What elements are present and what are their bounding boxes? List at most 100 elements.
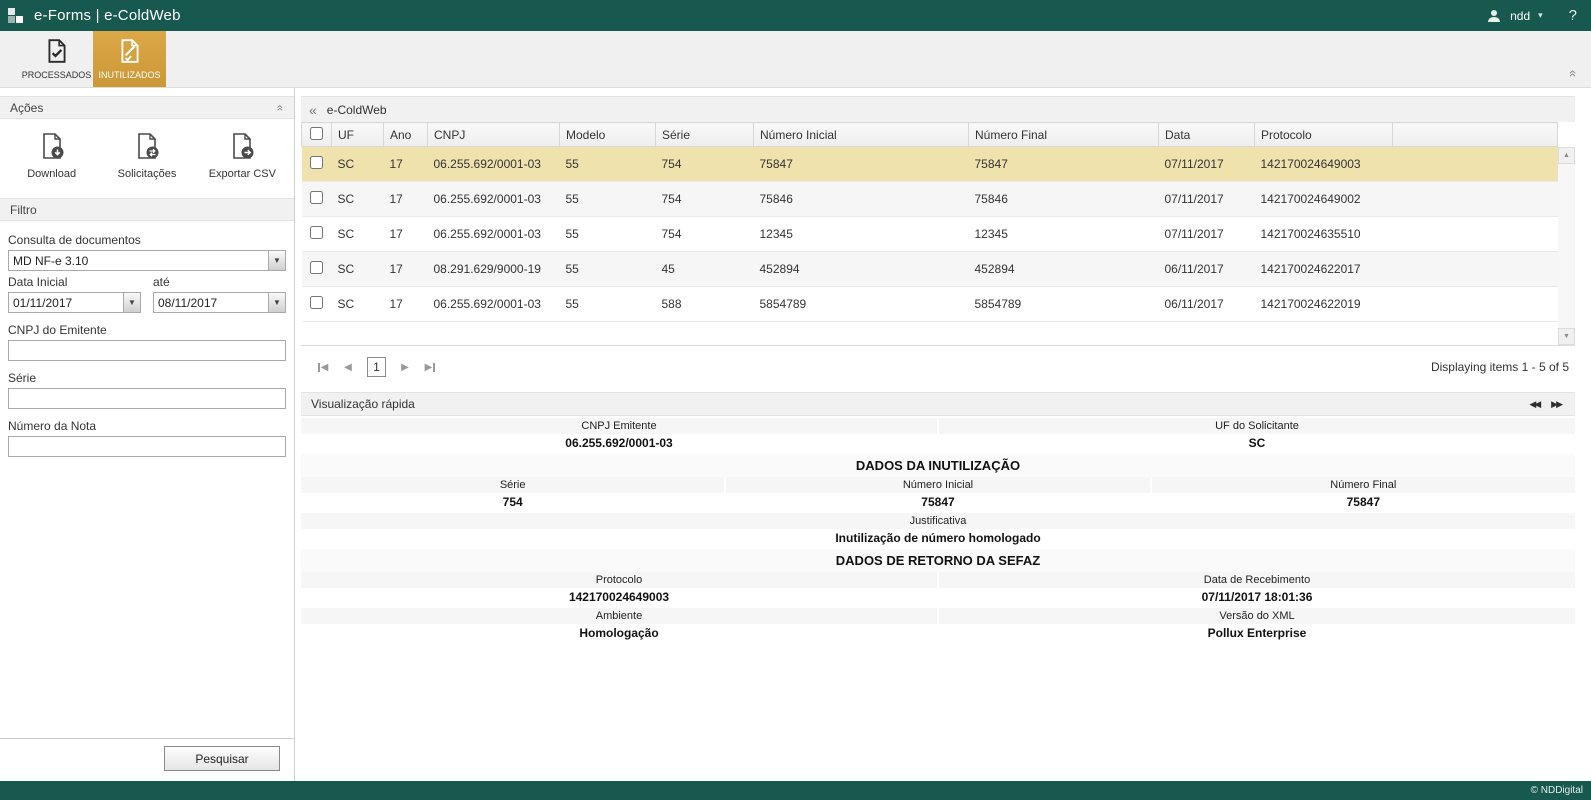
field-label: Número Final [1152,477,1575,493]
table-row[interactable]: SC 17 06.255.692/0001-03 55 754 12345 12… [302,217,1558,252]
data-final-input[interactable] [153,292,286,313]
qv-field-numero-final: Número Final 75847 [1150,477,1575,513]
cell-modelo: 55 [560,252,656,287]
row-checkbox[interactable] [310,156,323,169]
field-label: Data de Recebimento [939,572,1575,588]
field-value: 07/11/2017 18:01:36 [939,588,1575,608]
exportar-csv-button[interactable]: Exportar CSV [197,131,287,180]
last-page-button[interactable]: ▶ [420,357,440,377]
cell-numero-inicial: 452894 [754,252,969,287]
pesquisar-button[interactable]: Pesquisar [164,746,280,771]
consulta-documentos-select[interactable] [8,250,286,271]
toolbar: PROCESSADOS INUTILIZADOS « [0,31,1591,88]
actions-section-title: Ações [10,101,43,115]
panel-title: e-ColdWeb [327,103,387,117]
row-checkbox[interactable] [310,226,323,239]
sidebar: Ações « Download Solicitações Exportar [0,88,295,781]
table-row[interactable]: SC 17 06.255.692/0001-03 55 754 75846 75… [302,182,1558,217]
column-header[interactable]: Número Inicial [754,123,969,147]
help-button[interactable]: ? [1569,7,1577,24]
cell-data: 06/11/2017 [1159,287,1255,322]
collapse-panel-icon[interactable]: « [309,102,317,118]
column-header-filler [1393,123,1558,147]
row-checkbox[interactable] [310,261,323,274]
dropdown-arrow-icon[interactable]: ▼ [268,251,285,270]
field-label: Protocolo [301,572,937,588]
user-menu[interactable]: ndd [1510,9,1530,23]
tab-label: PROCESSADOS [22,70,92,80]
numero-nota-input[interactable] [8,436,286,457]
ndd-logo-icon [8,8,26,24]
export-csv-icon [227,131,257,164]
qv-field-numero-inicial: Número Inicial 75847 [724,477,1149,513]
qv-field-serie: Série 754 [301,477,724,513]
field-value: Homologação [301,624,937,644]
quickview-next-button[interactable]: ▶▶ [1549,397,1565,412]
cnpj-emitente-label: CNPJ do Emitente [8,323,286,337]
column-header[interactable]: UF [332,123,384,147]
processados-icon [44,38,70,66]
cell-cnpj: 06.255.692/0001-03 [428,182,560,217]
table-scrollbar[interactable]: ▲ ▼ [1558,147,1575,345]
data-inicial-input[interactable] [8,292,141,313]
field-value: 75847 [1152,493,1575,513]
qv-field-justificativa: Justificativa Inutilização de número hom… [301,513,1575,549]
cell-ano: 17 [384,287,428,322]
column-header[interactable]: Modelo [560,123,656,147]
scroll-up-icon[interactable]: ▲ [1558,147,1575,164]
column-header[interactable]: Protocolo [1255,123,1393,147]
cell-ano: 17 [384,147,428,182]
chevron-down-icon[interactable]: ▾ [1538,10,1543,21]
table-row[interactable]: SC 17 06.255.692/0001-03 55 754 75847 75… [302,147,1558,182]
last-page-icon: ▶ [425,362,433,373]
action-label: Exportar CSV [209,168,276,180]
select-all-checkbox[interactable] [310,127,323,140]
table-row[interactable]: SC 17 06.255.692/0001-03 55 588 5854789 … [302,287,1558,322]
dropdown-arrow-icon[interactable]: ▼ [123,293,140,312]
solicitacoes-button[interactable]: Solicitações [102,131,192,180]
cell-numero-final: 75847 [969,147,1159,182]
row-checkbox[interactable] [310,296,323,309]
column-header[interactable]: Série [656,123,754,147]
cell-modelo: 55 [560,217,656,252]
scrollbar-track[interactable] [1558,164,1575,328]
search-area: Pesquisar [0,738,294,781]
table-header-row: UF Ano CNPJ Modelo Série Número Inicial … [302,123,1558,147]
cell-cnpj: 06.255.692/0001-03 [428,147,560,182]
row-checkbox[interactable] [310,191,323,204]
quickview-prev-button[interactable]: ◀◀ [1527,397,1543,412]
dropdown-arrow-icon[interactable]: ▼ [268,293,285,312]
field-label: Justificativa [301,513,1575,529]
actions-collapse-icon[interactable]: « [274,104,288,111]
toolbar-collapse-icon[interactable]: « [1566,70,1581,77]
table-row[interactable]: SC 17 08.291.629/9000-19 55 45 452894 45… [302,252,1558,287]
cell-serie: 754 [656,147,754,182]
column-header[interactable]: Número Final [969,123,1159,147]
cell-numero-inicial: 5854789 [754,287,969,322]
cell-serie: 45 [656,252,754,287]
numero-nota-label: Número da Nota [8,419,286,433]
cell-data: 06/11/2017 [1159,252,1255,287]
scroll-down-icon[interactable]: ▼ [1558,328,1575,345]
serie-input[interactable] [8,388,286,409]
current-page[interactable]: 1 [367,357,386,377]
prev-page-button[interactable]: ◀ [338,357,358,377]
tab-processados[interactable]: PROCESSADOS [20,31,93,87]
cell-cnpj: 08.291.629/9000-19 [428,252,560,287]
column-header[interactable]: Data [1159,123,1255,147]
first-page-button[interactable]: ◀ [313,357,333,377]
field-value: 754 [301,493,724,513]
field-value: 142170024649003 [301,588,937,608]
field-label: CNPJ Emitente [301,418,937,434]
copyright-text: © NDDigital [1531,785,1583,796]
field-label: Ambiente [301,608,937,624]
next-page-button[interactable]: ▶ [395,357,415,377]
cnpj-emitente-input[interactable] [8,340,286,361]
tab-inutilizados[interactable]: INUTILIZADOS [93,31,166,87]
download-button[interactable]: Download [7,131,97,180]
field-value: SC [939,434,1575,454]
column-header[interactable]: CNPJ [428,123,560,147]
column-header[interactable]: Ano [384,123,428,147]
cell-modelo: 55 [560,287,656,322]
cell-numero-final: 75846 [969,182,1159,217]
